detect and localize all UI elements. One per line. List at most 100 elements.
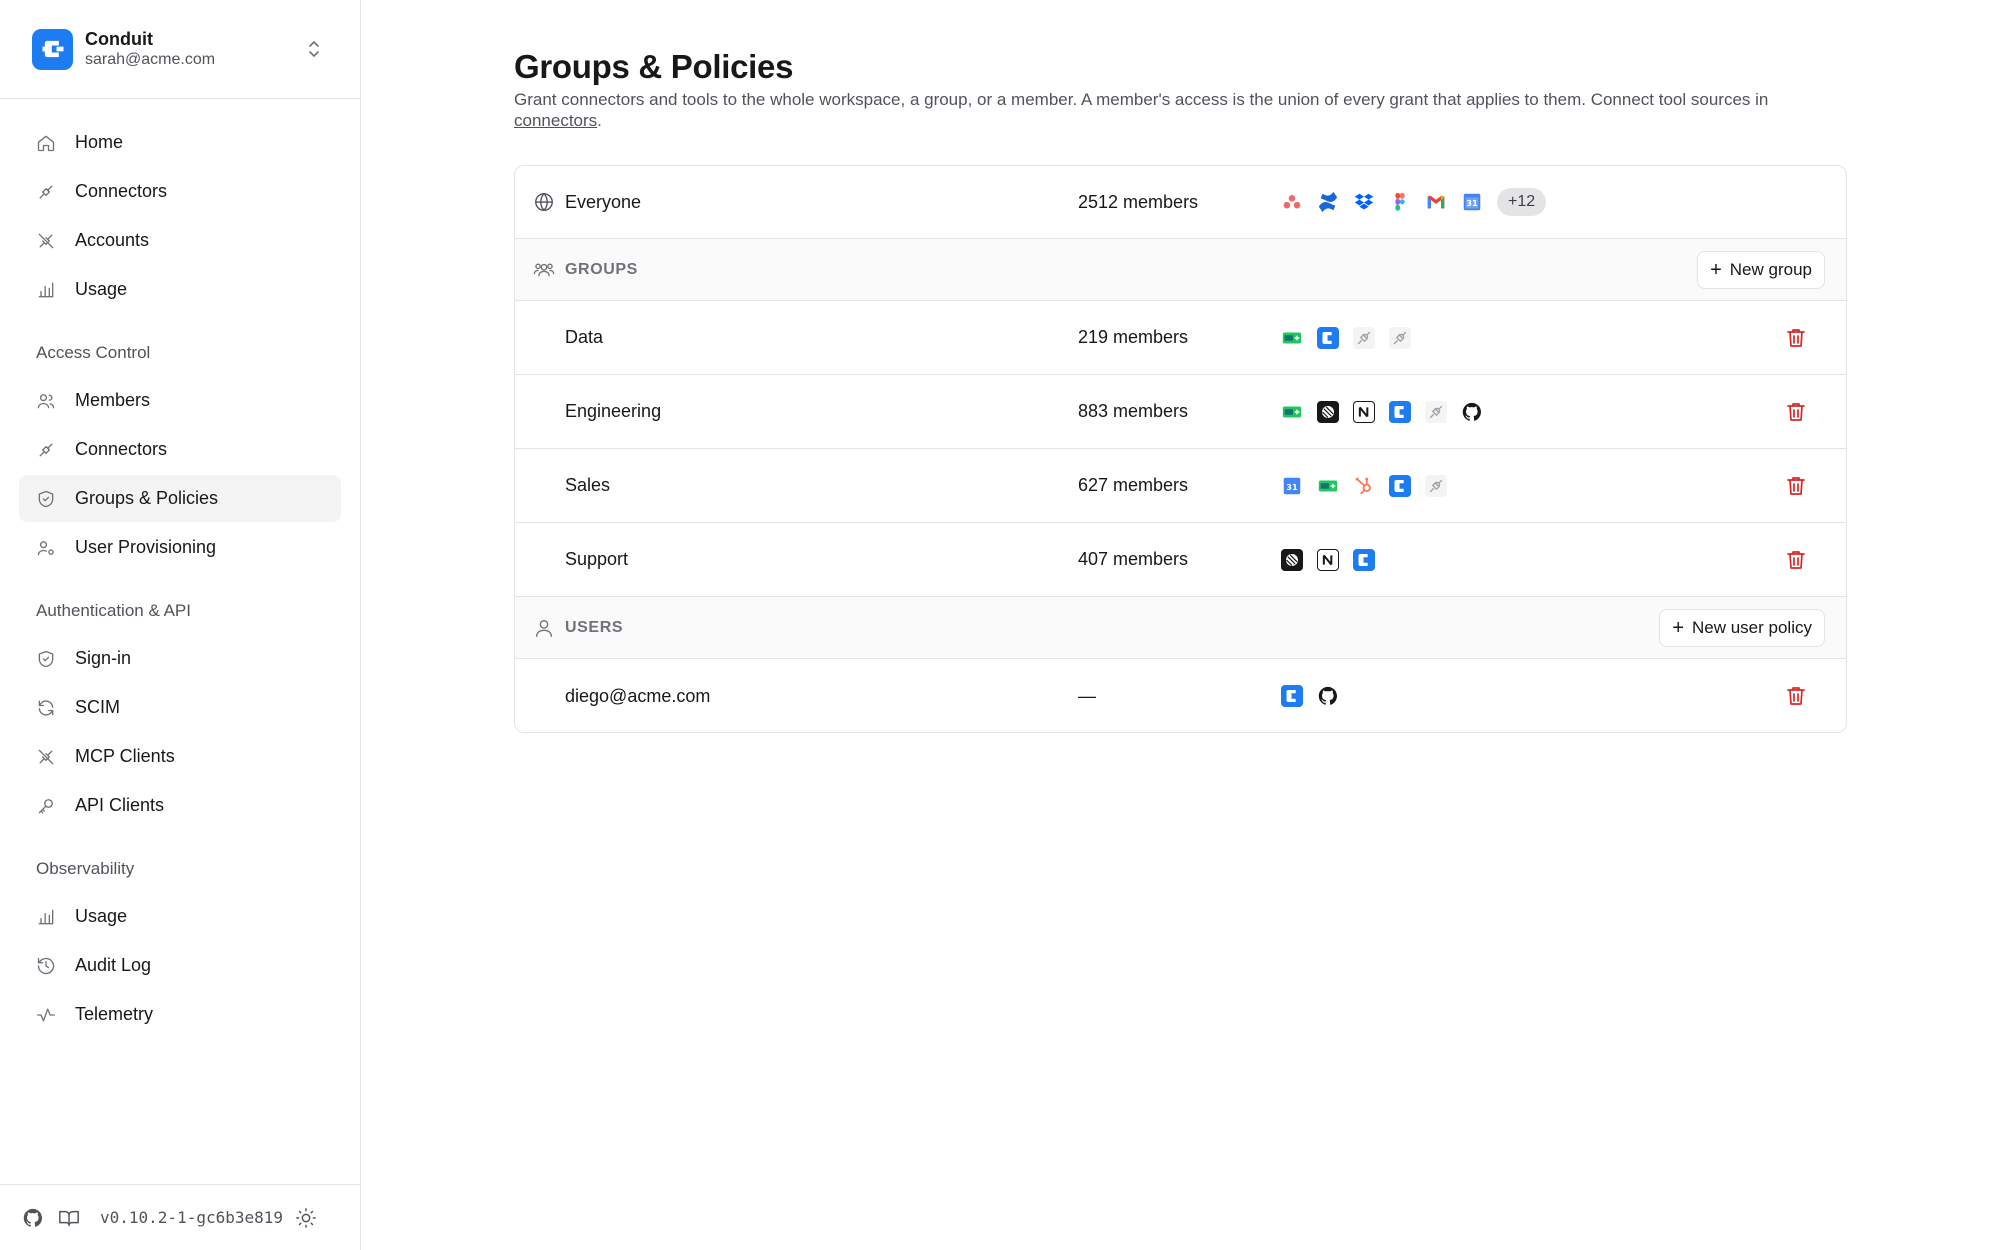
nav-label: Connectors [75,439,168,459]
nav-members[interactable]: Members [19,377,341,424]
row-members: 2512 members [1078,191,1199,212]
nav-groups-policies[interactable]: Groups & Policies [19,475,341,522]
nav-access-connectors[interactable]: Connectors [19,426,341,473]
users-section-header: USERS + New user policy [515,597,1846,659]
sun-icon[interactable] [295,1207,317,1229]
new-user-policy-button[interactable]: + New user policy [1659,608,1825,647]
history-icon [37,957,55,974]
user-icon [535,619,553,637]
row-name: Sales [565,475,611,495]
row-name: Everyone [565,191,642,212]
users-icon [533,263,555,276]
nav-label: API Clients [75,795,165,815]
nav-connectors[interactable]: Connectors [19,168,341,215]
nav-mcp-clients[interactable]: MCP Clients [19,733,341,780]
notion-icon [1317,548,1339,571]
nav-section-title: Authentication & API [36,601,191,620]
conduit-icon [1317,326,1339,349]
chevrons-up-down-icon[interactable] [306,37,322,61]
trash-icon[interactable] [1784,326,1808,350]
key-icon [38,798,53,813]
nav-label: Usage [75,906,128,926]
github-icon[interactable] [22,1207,44,1229]
green-sheet-icon [1281,401,1303,423]
main-content: Groups & Policies Grant connectors and t… [362,0,2000,1250]
bar-chart-icon [38,282,54,297]
org-name: Conduit [85,29,153,49]
trash-icon[interactable] [1784,400,1808,424]
org-email: sarah@acme.com [85,51,216,68]
row-name: Data [565,327,604,347]
org-switcher[interactable]: Conduit sarah@acme.com [0,0,360,99]
nav-accounts[interactable]: Accounts [19,217,341,264]
conduit-logo-icon [32,28,73,70]
connector-icons [1281,400,1483,423]
section-label: GROUPS [565,260,638,278]
conduit-icon [1281,685,1303,707]
connector-icons [1281,548,1375,571]
linear-icon [1317,400,1339,423]
nav-home[interactable]: Home [19,119,341,166]
nav-label: Usage [75,279,128,299]
trash-icon[interactable] [1784,548,1808,572]
row-name: Support [565,549,629,569]
user-row[interactable]: diego@acme.com — [515,659,1846,732]
group-row-engineering[interactable]: Engineering 883 members [515,375,1846,449]
nav-label: User Provisioning [75,537,217,557]
github-icon [1461,401,1483,423]
book-open-icon[interactable] [58,1207,80,1229]
row-members: 883 members [1078,401,1189,421]
refresh-icon [38,699,54,716]
sidebar: Conduit sarah@acme.com Home Connectors A… [0,0,361,1250]
nav-sign-in[interactable]: Sign-in [19,635,341,682]
nav-label: Groups & Policies [75,488,219,508]
nav-label: Telemetry [75,1004,154,1024]
nav-label: Sign-in [75,648,132,668]
button-label: New group [1729,259,1812,279]
row-name: Engineering [565,401,662,421]
unplug-icon [38,233,54,248]
row-members: 627 members [1078,475,1189,495]
google-calendar-icon: 31 [1461,191,1483,213]
confluence-icon [1317,191,1339,213]
connectors-link[interactable]: connectors [514,111,597,130]
nav-label: Accounts [75,230,150,250]
nav-observability-usage[interactable]: Usage [19,893,341,940]
plug-icon [1425,400,1447,423]
group-row-sales[interactable]: Sales 627 members 31 [515,449,1846,523]
activity-icon [37,1008,55,1021]
nav-label: MCP Clients [75,746,175,766]
new-group-button[interactable]: + New group [1697,250,1825,289]
nav-api-clients[interactable]: API Clients [19,782,341,829]
row-name: diego@acme.com [565,685,711,706]
more-connectors-badge[interactable]: +12 [1497,188,1547,216]
nav-usage[interactable]: Usage [19,266,341,313]
button-label: New user policy [1692,617,1812,637]
page-description: Grant connectors and tools to the whole … [514,89,1854,131]
nav-scim[interactable]: SCIM [19,684,341,731]
sidebar-footer: v0.10.2-1-gc6b3e819 [0,1184,360,1250]
nav-telemetry[interactable]: Telemetry [19,991,341,1038]
everyone-row[interactable]: Everyone 2512 members 31 +12 [515,166,1846,239]
figma-icon [1389,191,1411,213]
row-members: 219 members [1078,327,1189,347]
page-title: Groups & Policies [514,48,794,85]
hubspot-icon [1353,475,1375,497]
shield-check-icon [38,650,54,667]
group-row-support[interactable]: Support 407 members [515,523,1846,597]
shield-check-icon [38,490,54,507]
groups-section-header: GROUPS + New group [515,239,1846,301]
policies-table: Everyone 2512 members 31 +12 GROUPS + New… [514,165,1847,733]
nav-audit-log[interactable]: Audit Log [19,942,341,989]
nav-label: Members [75,390,151,410]
page-description-end: . [597,111,602,130]
nav-user-provisioning[interactable]: User Provisioning [19,524,341,571]
plug-icon [1389,326,1411,349]
dropbox-icon [1353,191,1375,213]
conduit-icon [1389,400,1411,423]
linear-icon [1281,548,1303,571]
trash-icon[interactable] [1784,684,1808,708]
group-row-data[interactable]: Data 219 members [515,301,1846,375]
trash-icon[interactable] [1784,474,1808,498]
plug-icon [39,185,53,198]
